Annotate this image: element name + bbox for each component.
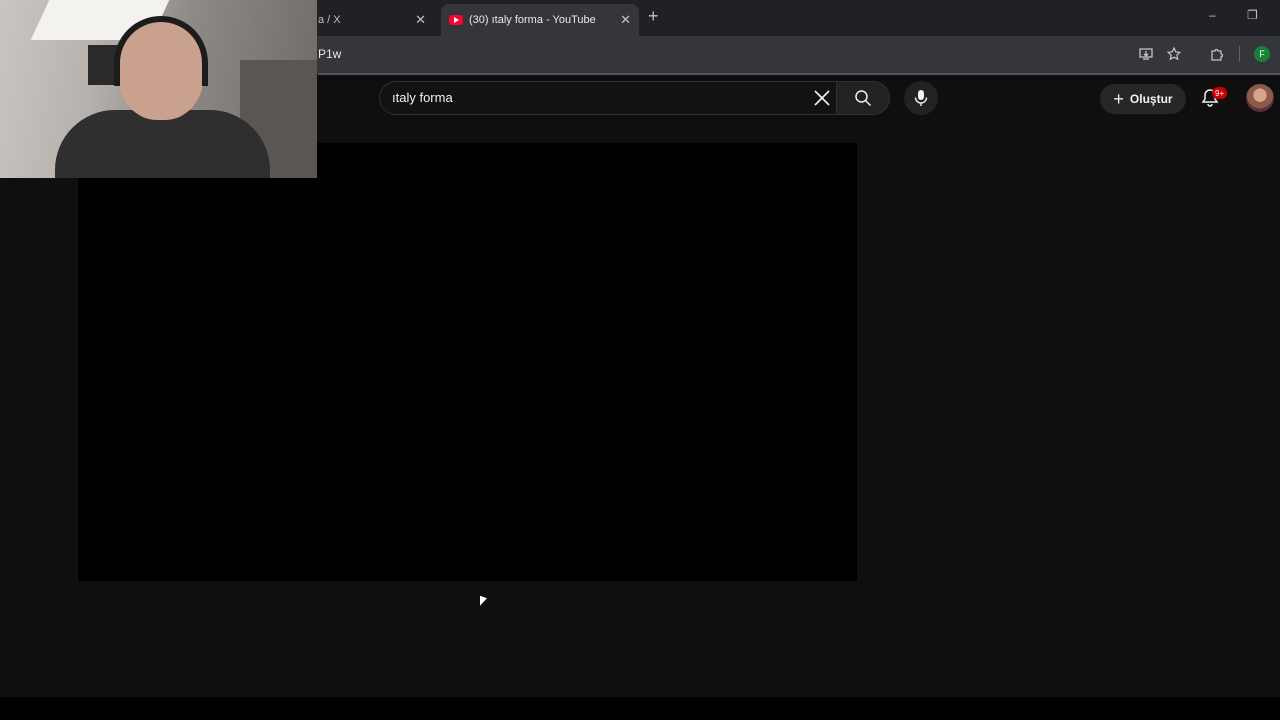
browser-profile-avatar[interactable]: F xyxy=(1254,46,1270,62)
tab-youtube[interactable]: (30) ıtaly forma - YouTube ✕ xyxy=(441,4,639,36)
youtube-favicon-icon xyxy=(449,15,463,25)
close-icon[interactable]: ✕ xyxy=(415,12,426,28)
search-query[interactable]: ıtaly forma xyxy=(392,90,453,105)
voice-search-button[interactable] xyxy=(904,81,938,115)
create-label: Oluştur xyxy=(1129,92,1173,106)
mic-icon xyxy=(914,90,928,106)
clear-search-button[interactable] xyxy=(810,86,834,110)
tab-title: a / X xyxy=(318,14,341,26)
mouse-cursor xyxy=(480,595,487,609)
search-button[interactable] xyxy=(836,81,890,115)
create-button[interactable]: + Oluştur xyxy=(1100,84,1186,114)
restore-icon[interactable]: ❐ xyxy=(1247,8,1258,22)
toolbar-divider xyxy=(1239,46,1240,62)
webcam-person-body xyxy=(55,110,270,178)
plus-icon: + xyxy=(1113,88,1124,109)
clear-icon xyxy=(814,90,830,106)
minimize-icon[interactable]: – xyxy=(1209,8,1216,22)
new-tab-icon[interactable]: + xyxy=(648,6,659,27)
search-icon xyxy=(855,90,872,107)
bottom-strip xyxy=(0,697,1280,720)
account-avatar[interactable] xyxy=(1246,84,1274,112)
tab-title: (30) ıtaly forma - YouTube xyxy=(469,14,596,26)
video-player[interactable] xyxy=(78,143,857,581)
address-bar-url[interactable]: P1w xyxy=(318,47,341,61)
notification-count-badge: 9+ xyxy=(1212,87,1228,99)
webcam-overlay xyxy=(0,0,317,178)
tab-x[interactable]: a / X ✕ xyxy=(318,4,436,36)
close-icon[interactable]: ✕ xyxy=(620,12,631,28)
star-icon[interactable] xyxy=(1165,45,1183,63)
install-app-icon[interactable] xyxy=(1137,45,1155,63)
extensions-icon[interactable] xyxy=(1208,45,1226,63)
